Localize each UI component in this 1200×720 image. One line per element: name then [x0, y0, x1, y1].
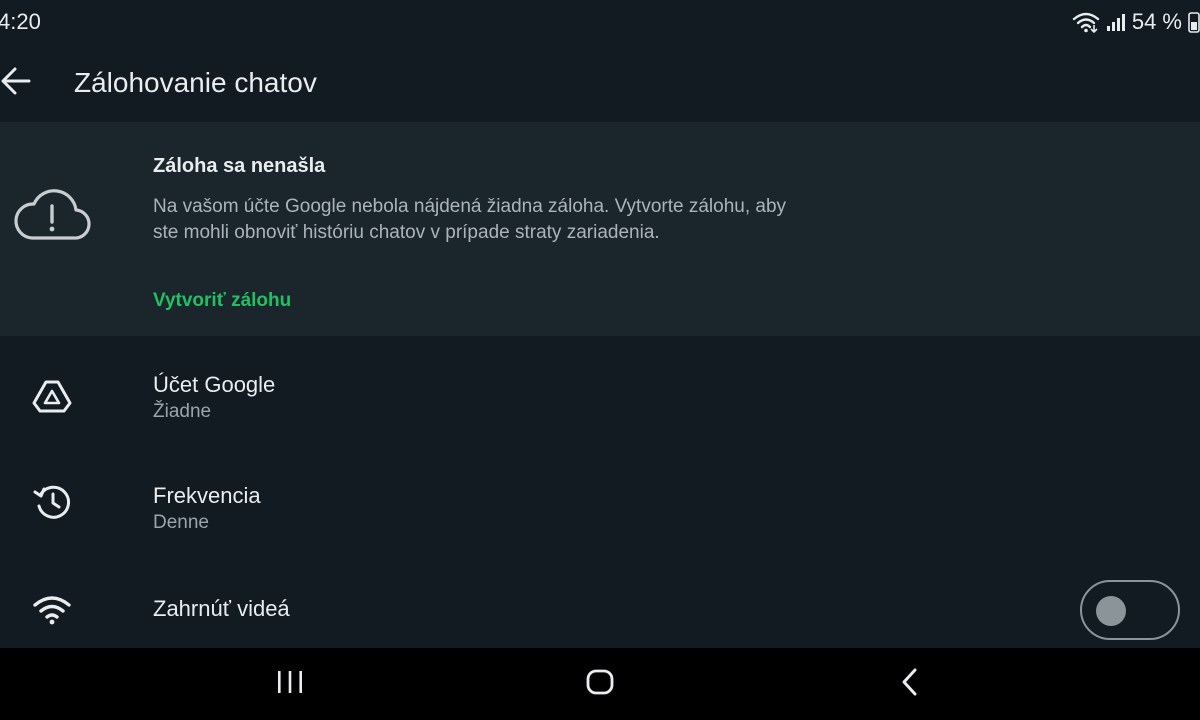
- status-icons: 54 %: [1072, 9, 1200, 35]
- toggle-knob: [1096, 596, 1126, 626]
- signal-icon: [1106, 12, 1126, 32]
- backup-card-title: Záloha sa nenašla: [153, 155, 326, 177]
- back-button[interactable]: [0, 53, 46, 113]
- battery-text: 54 %: [1131, 9, 1182, 34]
- create-backup-button[interactable]: Vytvoriť zálohu: [153, 290, 291, 312]
- page-title: Zálohovanie chatov: [74, 67, 317, 98]
- status-bar: 4:20 54 %: [0, 0, 1200, 44]
- google-drive-icon: [32, 376, 72, 416]
- cloud-alert-icon: [12, 186, 92, 247]
- wifi-icon: [32, 590, 72, 630]
- status-time: 4:20: [0, 9, 41, 34]
- home-button[interactable]: [570, 658, 630, 710]
- include-videos-toggle[interactable]: [1080, 580, 1180, 640]
- battery-icon: [1188, 11, 1200, 33]
- back-icon: [898, 667, 922, 702]
- home-icon: [585, 668, 615, 701]
- arrow-left-icon: [0, 64, 33, 103]
- setting-frequency[interactable]: Frekvencia Denne: [0, 448, 1200, 558]
- setting-title: Účet Google: [153, 372, 276, 397]
- backup-card-description: Na vašom účte Google nebola nájdená žiad…: [153, 196, 787, 243]
- system-nav-bar: [0, 648, 1200, 720]
- history-icon: [32, 482, 72, 522]
- nav-back-button[interactable]: [880, 658, 940, 710]
- setting-google-account[interactable]: Účet Google Žiadne: [0, 338, 1200, 448]
- setting-subtitle: Denne: [153, 512, 209, 533]
- app-bar: Zálohovanie chatov: [0, 44, 1200, 122]
- wifi-icon: [1072, 11, 1100, 33]
- recent-apps-icon: [275, 669, 305, 700]
- setting-title: Frekvencia: [153, 483, 261, 508]
- recent-apps-button[interactable]: [260, 658, 320, 710]
- setting-title: Zahrnúť videá: [153, 596, 290, 621]
- setting-subtitle: Žiadne: [153, 401, 212, 422]
